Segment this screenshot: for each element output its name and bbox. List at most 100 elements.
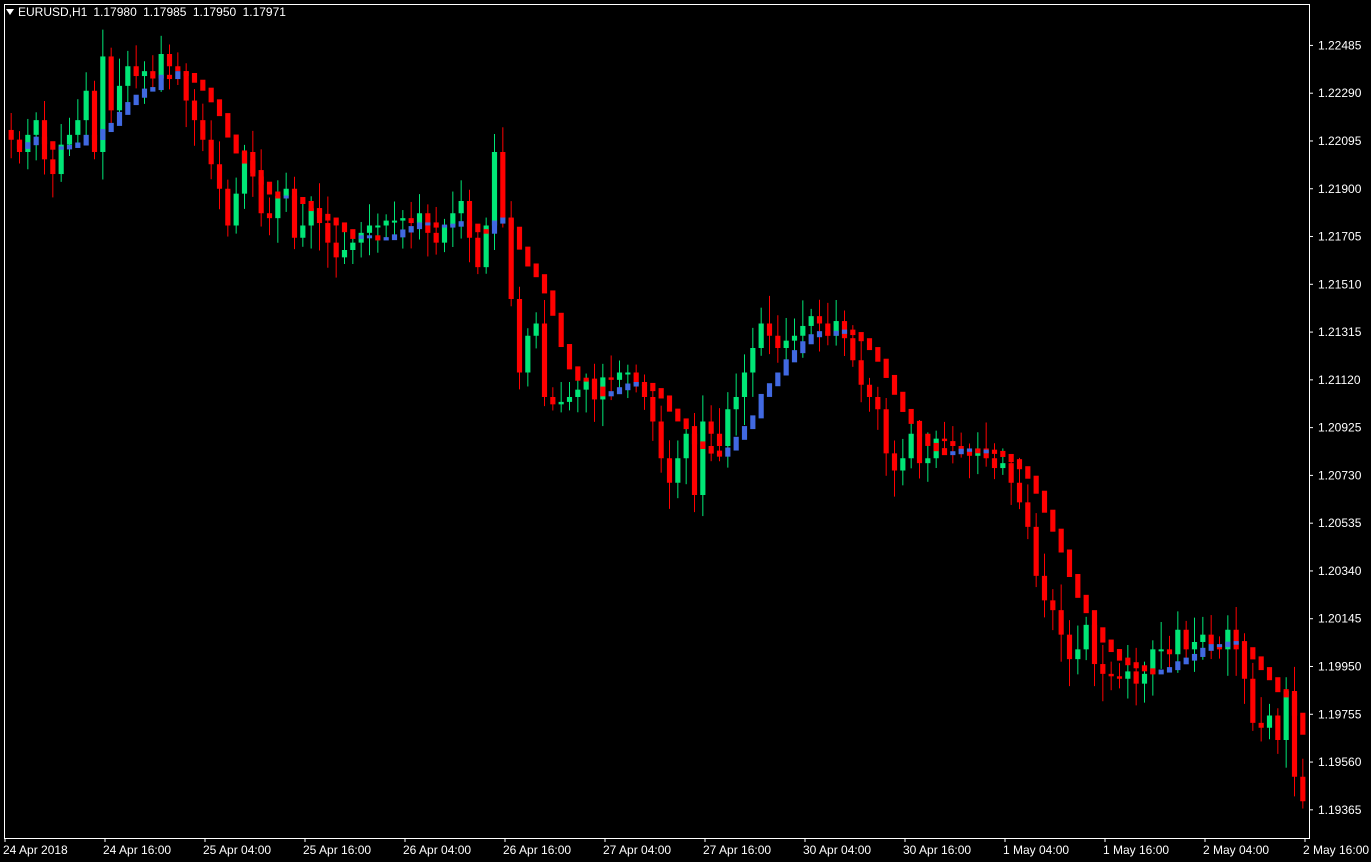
candle-body-5 bbox=[50, 159, 56, 175]
ma-segment-107 bbox=[900, 391, 906, 412]
candle-body-0 bbox=[8, 129, 14, 140]
ma-segment-16 bbox=[141, 88, 148, 98]
ma-segment-41 bbox=[350, 229, 356, 239]
ma-segment-53 bbox=[450, 223, 456, 228]
candle-body-135 bbox=[1133, 671, 1139, 684]
symbol-label: EURUSD,H1 bbox=[18, 5, 88, 19]
price-label-9: 1.20730 bbox=[1318, 468, 1362, 482]
candle-body-123 bbox=[1033, 526, 1039, 576]
ma-segment-147 bbox=[1233, 641, 1239, 645]
ma-segment-43 bbox=[366, 235, 373, 239]
candle-body-140 bbox=[1175, 629, 1181, 655]
candle-body-61 bbox=[516, 299, 523, 373]
ma-segment-128 bbox=[1075, 574, 1081, 598]
price-label-5: 1.21510 bbox=[1318, 277, 1362, 291]
candlestick-chart[interactable]: 1.22485 1.22290 1.22095 1.21900 1.21705 1.215… bbox=[0, 0, 1371, 862]
ma-segment-47 bbox=[400, 229, 406, 238]
candle-body-88 bbox=[741, 372, 748, 397]
price-label-1: 1.22290 bbox=[1318, 86, 1362, 100]
ma-segment-90 bbox=[758, 393, 764, 419]
candle-body-56 bbox=[475, 237, 481, 268]
ma-segment-97 bbox=[816, 331, 823, 338]
ma-segment-71 bbox=[600, 386, 606, 397]
ma-segment-77 bbox=[650, 382, 656, 392]
price-label-7: 1.21120 bbox=[1318, 373, 1361, 387]
ma-segment-110 bbox=[925, 433, 931, 446]
candle-body-133 bbox=[1116, 676, 1123, 679]
candle-body-97 bbox=[816, 316, 823, 324]
candle-body-87 bbox=[733, 397, 739, 410]
candle-body-65 bbox=[550, 397, 556, 405]
ma-segment-154 bbox=[1291, 694, 1298, 716]
price-label-4: 1.21705 bbox=[1318, 230, 1362, 244]
ma-segment-35 bbox=[300, 197, 306, 204]
ma-segment-94 bbox=[791, 350, 798, 363]
ma-segment-140 bbox=[1175, 661, 1181, 671]
ma-segment-32 bbox=[275, 191, 281, 199]
candle-body-51 bbox=[433, 232, 439, 243]
ma-segment-149 bbox=[1250, 647, 1256, 660]
ma-segment-37 bbox=[316, 208, 323, 217]
candle-body-63 bbox=[533, 323, 539, 336]
ma-segment-79 bbox=[666, 395, 673, 412]
candle-body-107 bbox=[900, 458, 906, 471]
chart-window[interactable]: 1.22485 1.22290 1.22095 1.21900 1.21705 1.215… bbox=[0, 0, 1371, 862]
ma-segment-38 bbox=[325, 213, 331, 221]
candle-body-20 bbox=[175, 66, 181, 72]
ma-segment-54 bbox=[458, 221, 464, 227]
ma-segment-87 bbox=[733, 436, 739, 451]
candle-body-16 bbox=[141, 71, 148, 77]
ma-segment-7 bbox=[66, 144, 73, 150]
candle-body-106 bbox=[891, 453, 898, 471]
ma-segment-73 bbox=[616, 387, 623, 395]
candle-body-27 bbox=[233, 193, 239, 226]
candle-body-81 bbox=[683, 433, 689, 459]
candle-body-92 bbox=[775, 335, 781, 348]
ma-segment-30 bbox=[258, 170, 264, 185]
ma-segment-75 bbox=[633, 381, 639, 387]
price-axis: 1.22485 1.22290 1.22095 1.21900 1.21705 1.215… bbox=[1309, 38, 1362, 817]
ma-segment-125 bbox=[1050, 509, 1056, 532]
time-label-12: 2 May 04:00 bbox=[1203, 843, 1269, 857]
candle-body-89 bbox=[750, 348, 756, 373]
ma-segment-64 bbox=[541, 274, 548, 294]
ma-segment-65 bbox=[550, 290, 556, 316]
open-price: 1.17980 bbox=[93, 5, 137, 19]
chart-header: EURUSD,H1 1.17980 1.17985 1.17950 1.17971 bbox=[6, 4, 289, 20]
ma-segment-150 bbox=[1258, 656, 1264, 671]
candle-body-129 bbox=[1083, 624, 1089, 650]
candle-body-155 bbox=[1300, 776, 1306, 802]
ma-segment-72 bbox=[608, 391, 614, 397]
ma-segment-15 bbox=[133, 94, 139, 106]
ma-segment-139 bbox=[1166, 667, 1173, 673]
time-label-4: 26 Apr 04:00 bbox=[403, 843, 471, 857]
ma-segment-138 bbox=[1158, 669, 1164, 675]
candle-body-118 bbox=[991, 458, 998, 469]
candle-body-93 bbox=[783, 340, 789, 348]
ma-segment-112 bbox=[941, 448, 948, 456]
candle-body-151 bbox=[1266, 715, 1273, 728]
time-label-0: 24 Apr 2018 bbox=[3, 843, 68, 857]
candle-body-104 bbox=[875, 397, 881, 410]
candle-body-59 bbox=[500, 152, 506, 219]
candle-body-78 bbox=[658, 421, 664, 459]
dropdown-triangle-icon[interactable] bbox=[6, 9, 14, 15]
moving-average-layer bbox=[16, 71, 1306, 735]
ma-segment-124 bbox=[1041, 490, 1048, 513]
ma-segment-62 bbox=[525, 246, 531, 267]
candle-body-47 bbox=[400, 218, 406, 221]
candle-body-64 bbox=[541, 323, 548, 397]
ma-segment-130 bbox=[1091, 610, 1098, 631]
ma-segment-26 bbox=[225, 113, 231, 138]
candle-body-153 bbox=[1283, 691, 1289, 740]
candle-body-54 bbox=[458, 201, 464, 214]
candles-layer bbox=[8, 29, 1306, 809]
candle-body-108 bbox=[908, 433, 914, 459]
candle-body-3 bbox=[33, 120, 39, 135]
price-label-16: 1.19365 bbox=[1318, 803, 1362, 817]
ma-segment-131 bbox=[1100, 627, 1106, 643]
price-label-13: 1.19950 bbox=[1318, 660, 1362, 674]
ma-segment-123 bbox=[1033, 475, 1039, 494]
ma-segment-19 bbox=[166, 74, 173, 80]
ma-segment-127 bbox=[1066, 549, 1073, 578]
